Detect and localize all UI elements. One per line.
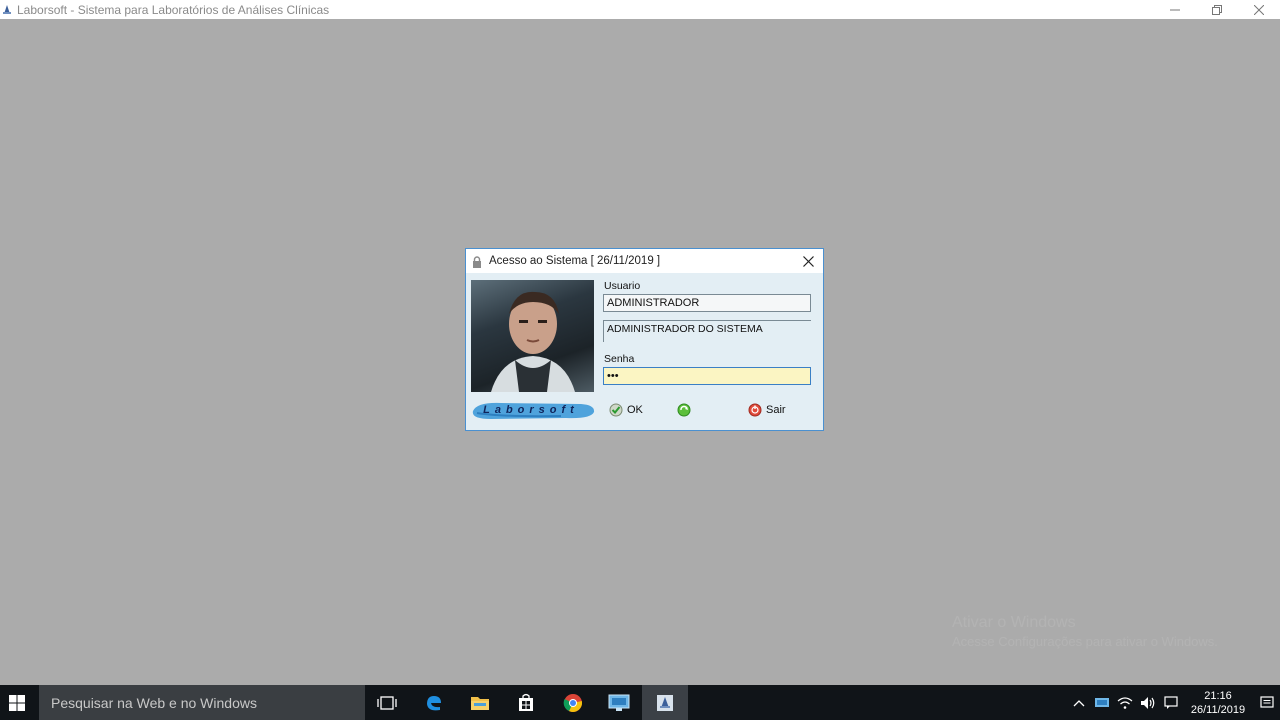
ok-label: OK bbox=[627, 404, 643, 416]
senha-label: Senha bbox=[604, 353, 635, 365]
clock-date: 26/11/2019 bbox=[1190, 703, 1246, 716]
laborsoft-logo: Laborsoft bbox=[471, 400, 596, 422]
close-icon bbox=[1254, 4, 1264, 15]
remote-desktop-button[interactable] bbox=[596, 685, 642, 720]
clock-time: 21:16 bbox=[1204, 689, 1232, 702]
minimize-icon bbox=[1170, 9, 1180, 10]
watermark-line2: Acesse Configurações para ativar o Windo… bbox=[952, 634, 1218, 649]
language-button[interactable] bbox=[1159, 685, 1182, 720]
lock-icon bbox=[471, 255, 483, 268]
taskbar-search[interactable]: Pesquisar na Web e no Windows bbox=[39, 685, 365, 720]
restore-button[interactable] bbox=[1196, 0, 1238, 19]
edge-icon bbox=[427, 695, 441, 710]
system-tray: 21:16 26/11/2019 bbox=[1067, 685, 1280, 720]
message-icon bbox=[1163, 695, 1178, 709]
chrome-button[interactable] bbox=[550, 685, 596, 720]
close-icon bbox=[802, 255, 814, 267]
activation-watermark: Ativar o Windows Acesse Configurações pa… bbox=[952, 614, 1218, 649]
taskbar: Pesquisar na Web e no Windows 21:16 26/1… bbox=[0, 685, 1280, 720]
minimize-button[interactable] bbox=[1154, 0, 1196, 19]
volume-button[interactable] bbox=[1136, 685, 1159, 720]
restore-icon bbox=[1212, 4, 1222, 15]
chevron-up-icon bbox=[1073, 699, 1084, 706]
sair-button[interactable]: Sair bbox=[748, 401, 786, 419]
usuario-label: Usuario bbox=[604, 280, 641, 292]
refresh-button[interactable] bbox=[677, 401, 695, 419]
window-controls bbox=[1154, 0, 1280, 19]
main-titlebar: Laborsoft - Sistema para Laboratórios de… bbox=[0, 0, 1280, 19]
tray-app-button[interactable] bbox=[1090, 685, 1113, 720]
login-dialog: Acesso ao Sistema [ 26/11/2019 ] Usuario… bbox=[465, 248, 824, 431]
exit-icon bbox=[748, 403, 762, 417]
show-hidden-icons-button[interactable] bbox=[1067, 685, 1090, 720]
close-window-button[interactable] bbox=[1238, 0, 1280, 19]
taskbar-clock[interactable]: 21:16 26/11/2019 bbox=[1182, 689, 1254, 717]
chrome-icon bbox=[563, 693, 583, 712]
refresh-icon bbox=[677, 403, 691, 417]
search-placeholder: Pesquisar na Web e no Windows bbox=[51, 694, 257, 711]
notification-icon bbox=[1260, 695, 1274, 708]
senha-input[interactable]: ••• bbox=[603, 367, 811, 385]
checkmark-icon bbox=[609, 403, 623, 417]
dialog-titlebar: Acesso ao Sistema [ 26/11/2019 ] bbox=[466, 249, 823, 273]
windows-logo-icon bbox=[8, 694, 25, 711]
monitor-icon bbox=[608, 694, 630, 711]
network-button[interactable] bbox=[1113, 685, 1136, 720]
window-title: Laborsoft - Sistema para Laboratórios de… bbox=[17, 2, 330, 17]
store-button[interactable] bbox=[503, 685, 549, 720]
logo-text: Laborsoft bbox=[483, 404, 579, 416]
watermark-line1: Ativar o Windows bbox=[952, 614, 1076, 631]
action-center-button[interactable] bbox=[1254, 695, 1280, 710]
store-icon bbox=[519, 693, 533, 711]
task-view-icon bbox=[377, 695, 397, 710]
dialog-title: Acesso ao Sistema [ 26/11/2019 ] bbox=[489, 255, 661, 267]
divider bbox=[604, 320, 811, 321]
monitor-icon bbox=[1094, 697, 1109, 707]
start-button[interactable] bbox=[0, 685, 33, 720]
sair-label: Sair bbox=[766, 404, 786, 416]
laborsoft-taskbar-button[interactable] bbox=[642, 685, 688, 720]
file-explorer-button[interactable] bbox=[457, 685, 503, 720]
dialog-close-button[interactable] bbox=[797, 251, 819, 271]
user-photo bbox=[471, 280, 594, 392]
folder-icon bbox=[471, 696, 489, 710]
usuario-input[interactable]: ADMINISTRADOR bbox=[603, 294, 811, 312]
laborsoft-app-icon bbox=[657, 694, 673, 711]
usuario-fullname: ADMINISTRADOR DO SISTEMA bbox=[603, 320, 811, 342]
speaker-icon bbox=[1140, 696, 1154, 709]
task-view-button[interactable] bbox=[364, 685, 410, 720]
edge-button[interactable] bbox=[411, 685, 457, 720]
ok-button[interactable]: OK bbox=[609, 401, 643, 419]
wifi-icon bbox=[1117, 696, 1132, 709]
laborsoft-app-icon bbox=[2, 4, 12, 15]
dialog-body: Usuario ADMINISTRADOR ADMINISTRADOR DO S… bbox=[466, 273, 823, 430]
